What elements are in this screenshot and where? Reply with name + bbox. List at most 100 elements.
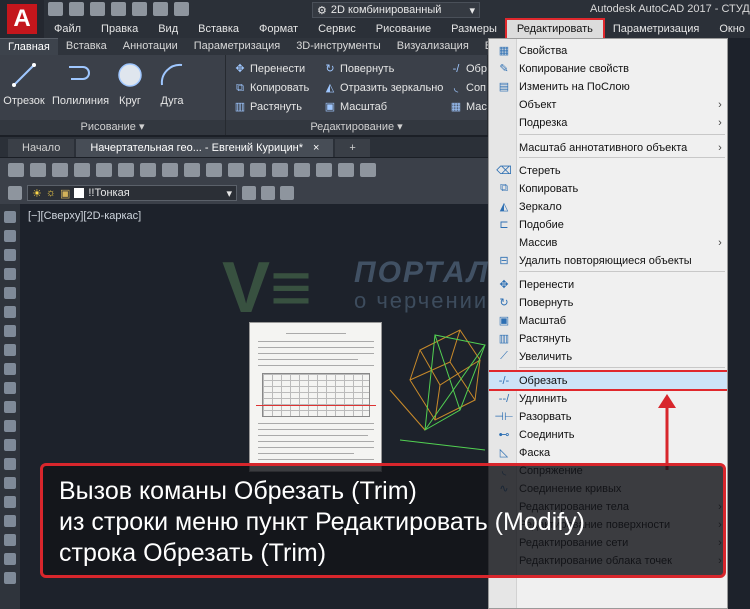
rotate-tool-button[interactable]: ↻ Повернуть <box>324 61 394 77</box>
polyline-icon[interactable] <box>4 249 16 261</box>
tab-start[interactable]: Начало <box>8 139 75 157</box>
draw-panel-title[interactable]: Рисование ▾ <box>0 120 225 135</box>
menu-item-move[interactable]: ✥ Перенести <box>489 276 727 293</box>
menu-dimension[interactable]: Размеры <box>441 20 507 38</box>
circle-icon[interactable] <box>4 325 16 337</box>
arc-tool-button[interactable]: Дуга <box>150 61 194 107</box>
table-icon[interactable] <box>4 534 16 546</box>
ellipse-icon[interactable] <box>4 382 16 394</box>
viewport-controls[interactable]: [−][Сверху][2D-каркас] <box>28 210 141 222</box>
menu-item-array[interactable]: Массив › <box>489 234 727 251</box>
spline-icon[interactable] <box>4 363 16 375</box>
save-as-icon[interactable] <box>111 2 126 16</box>
point-icon[interactable] <box>4 458 16 470</box>
menu-draw[interactable]: Рисование <box>366 20 441 38</box>
menu-item-scale[interactable]: ▣ Масштаб <box>489 312 727 329</box>
menu-item-offset[interactable]: ⊏ Подобие <box>489 216 727 233</box>
stretch-tool-button[interactable]: ▥ Растянуть <box>234 99 302 115</box>
mirror-tool-button[interactable]: ◭ Отразить зеркально <box>324 80 444 96</box>
menu-item-bylayer[interactable]: ▤ Изменить на ПоСлою <box>489 78 727 95</box>
tab-insert[interactable]: Вставка <box>58 38 115 55</box>
new-tab-button[interactable]: + <box>335 139 370 157</box>
menu-item-copy[interactable]: ⧉ Копировать <box>489 180 727 197</box>
undo-icon[interactable] <box>228 163 244 177</box>
copy-clip-icon[interactable] <box>162 163 178 177</box>
redo-icon[interactable] <box>174 2 189 16</box>
make-block-icon[interactable] <box>4 439 16 451</box>
new-file-icon[interactable] <box>48 2 63 16</box>
open-file-icon[interactable] <box>69 2 84 16</box>
tab-current-drawing[interactable]: Начертательная гео... - Евгений Курицин*… <box>76 139 334 157</box>
rectangle-icon[interactable] <box>4 287 16 299</box>
menu-item-stretch[interactable]: ▥ Растянуть <box>489 330 727 347</box>
menu-item-join[interactable]: ⊷ Соединить <box>489 426 727 443</box>
menu-item-mirror[interactable]: ◭ Зеркало <box>489 198 727 215</box>
zoom-icon[interactable] <box>294 163 310 177</box>
insert-block-icon[interactable] <box>4 420 16 432</box>
menu-view[interactable]: Вид <box>148 20 188 38</box>
make-current-icon[interactable] <box>242 186 256 200</box>
layer-manager-icon[interactable] <box>8 186 22 200</box>
scale-tool-button[interactable]: ▣ Масштаб <box>324 99 387 115</box>
tab-visualize[interactable]: Визуализация <box>389 38 477 55</box>
save-icon[interactable] <box>52 163 68 177</box>
add-selected-icon[interactable] <box>4 572 16 584</box>
menu-file[interactable]: Файл <box>44 20 91 38</box>
menu-format[interactable]: Формат <box>249 20 308 38</box>
properties-icon[interactable] <box>338 163 354 177</box>
menu-item-chamfer[interactable]: ◺ Фаска <box>489 444 727 461</box>
workspace-dropdown[interactable]: ⚙ 2D комбинированный ▾ <box>312 2 480 18</box>
circle-tool-button[interactable]: Круг <box>108 61 152 107</box>
tab-parametric[interactable]: Параметризация <box>186 38 288 55</box>
menu-item-delete-duplicates[interactable]: ⊟ Удалить повторяющиеся объекты <box>489 252 727 269</box>
preview-icon[interactable] <box>96 163 112 177</box>
redo-icon[interactable] <box>250 163 266 177</box>
design-center-icon[interactable] <box>360 163 376 177</box>
menu-item-properties[interactable]: ▦ Свойства <box>489 42 727 59</box>
menu-item-object[interactable]: Объект › <box>489 96 727 113</box>
copy-tool-button[interactable]: ⧉ Копировать <box>234 80 309 96</box>
plot-icon[interactable] <box>132 2 147 16</box>
array-tool-button[interactable]: ▦ Мас <box>450 99 487 115</box>
polygon-icon[interactable] <box>4 268 16 280</box>
revcloud-icon[interactable] <box>4 344 16 356</box>
cut-icon[interactable] <box>140 163 156 177</box>
polyline-tool-button[interactable]: Полилиния <box>52 61 109 107</box>
menu-insert[interactable]: Вставка <box>188 20 249 38</box>
open-icon[interactable] <box>30 163 46 177</box>
menu-item-trim[interactable]: -/- Обрезать <box>489 370 727 391</box>
mtext-icon[interactable] <box>4 553 16 565</box>
cad-geometry[interactable] <box>380 290 490 470</box>
undo-icon[interactable] <box>153 2 168 16</box>
line-icon[interactable] <box>4 211 16 223</box>
menu-item-erase[interactable]: ⌫ Стереть <box>489 162 727 179</box>
gradient-icon[interactable] <box>4 496 16 508</box>
construction-line-icon[interactable] <box>4 230 16 242</box>
app-menu-button[interactable]: A <box>0 0 44 38</box>
close-icon[interactable]: × <box>313 139 319 157</box>
hatch-icon[interactable] <box>4 477 16 489</box>
menu-parametric[interactable]: Параметризация <box>603 20 709 38</box>
ellipse-arc-icon[interactable] <box>4 401 16 413</box>
line-tool-button[interactable]: Отрезок <box>2 61 46 107</box>
menu-window[interactable]: Окно <box>709 20 750 38</box>
menu-item-match-properties[interactable]: ✎ Копирование свойств <box>489 60 727 77</box>
paste-icon[interactable] <box>184 163 200 177</box>
tab-home[interactable]: Главная <box>0 38 58 55</box>
fillet-tool-button[interactable]: ◟ Соп <box>450 80 486 96</box>
menu-item-clip[interactable]: Подрезка › <box>489 114 727 131</box>
menu-modify[interactable]: Редактировать <box>504 18 605 40</box>
arc-icon[interactable] <box>4 306 16 318</box>
zoom-window-icon[interactable] <box>316 163 332 177</box>
trim-tool-button[interactable]: -/ Обр <box>450 61 487 77</box>
layer-dropdown[interactable]: ☀ ☼ ▣ !!Тонкая ▾ <box>27 185 237 201</box>
region-icon[interactable] <box>4 515 16 527</box>
match-icon[interactable] <box>206 163 222 177</box>
menu-item-break[interactable]: ⊣⊢ Разорвать <box>489 408 727 425</box>
menu-tools[interactable]: Сервис <box>308 20 366 38</box>
menu-item-lengthen[interactable]: ⟋ Увеличить <box>489 348 727 365</box>
save-icon[interactable] <box>90 2 105 16</box>
publish-icon[interactable] <box>118 163 134 177</box>
modify-panel-title[interactable]: Редактирование ▾ <box>226 120 487 135</box>
menu-item-rotate[interactable]: ↻ Повернуть <box>489 294 727 311</box>
